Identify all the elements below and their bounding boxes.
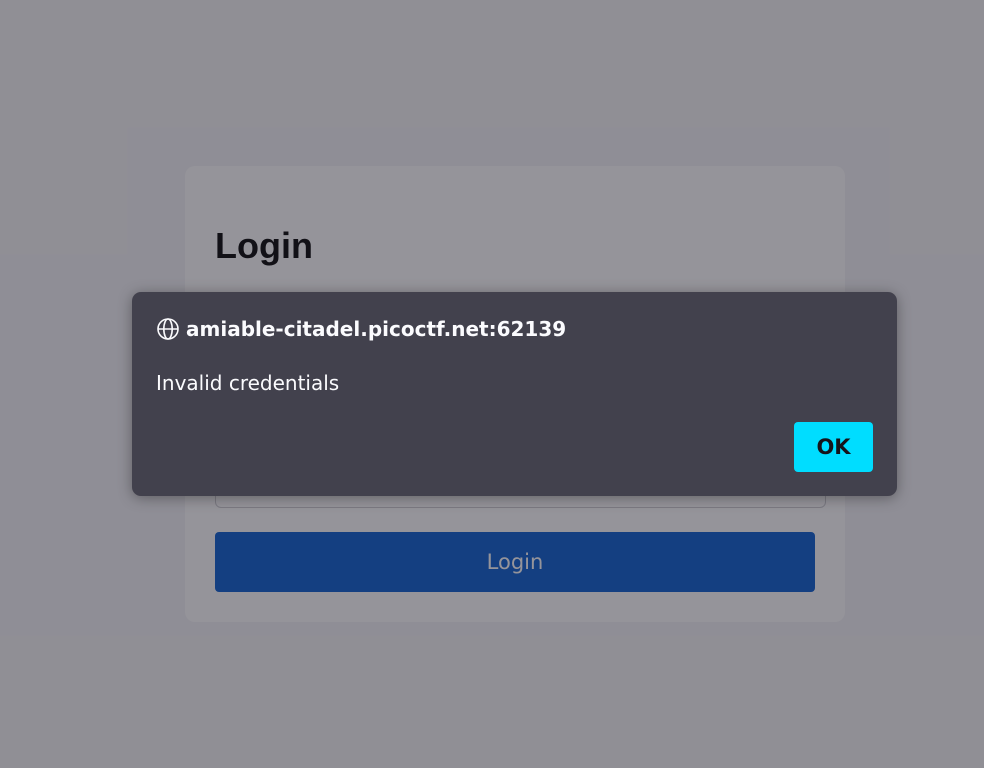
dialog-message: Invalid credentials bbox=[156, 371, 340, 395]
dialog-origin: amiable-citadel.picoctf.net:62139 bbox=[156, 316, 566, 342]
globe-icon bbox=[156, 317, 180, 341]
alert-dialog: amiable-citadel.picoctf.net:62139 Invali… bbox=[132, 292, 897, 496]
dialog-origin-text: amiable-citadel.picoctf.net:62139 bbox=[186, 317, 567, 341]
ok-button[interactable]: OK bbox=[794, 422, 873, 472]
